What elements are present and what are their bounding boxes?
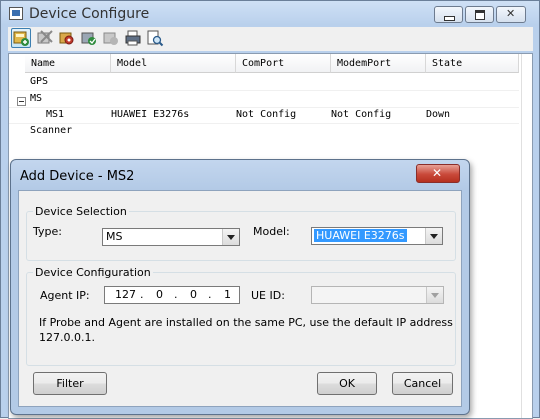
column-header-modemport[interactable]: ModemPort (331, 54, 426, 73)
column-header-model[interactable]: Model (111, 54, 236, 73)
row-model: HUAWEI E3276s (111, 109, 190, 120)
title-bar[interactable]: Device Configure (1, 1, 540, 27)
type-label: Type: (33, 225, 62, 238)
type-select[interactable]: MS (102, 228, 240, 246)
column-header-comport[interactable]: ComPort (236, 54, 331, 73)
ip-octet-3[interactable]: 0 (190, 287, 197, 303)
close-button[interactable] (496, 6, 526, 23)
row-name: Scanner (30, 125, 73, 136)
add-device-icon[interactable] (11, 28, 31, 48)
configure-device-icon[interactable] (57, 28, 77, 48)
disconnect-device-icon[interactable] (101, 28, 121, 48)
row-divider (9, 123, 519, 124)
dialog-body: Device Selection Type: MS Model: HUAWEI … (18, 190, 462, 407)
type-value: MS (106, 230, 123, 243)
dialog-close-button[interactable] (416, 164, 460, 183)
ip-help-text: If Probe and Agent are installed on the … (39, 315, 453, 345)
find-icon[interactable] (145, 28, 165, 48)
device-selection-legend: Device Selection (35, 205, 127, 218)
model-label: Model: (253, 225, 290, 238)
cancel-button[interactable]: Cancel (392, 372, 453, 395)
chevron-down-icon[interactable] (426, 287, 443, 303)
agent-ip-label: Agent IP: (40, 289, 90, 302)
dialog-title: Add Device - MS2 (20, 169, 135, 184)
row-name: GPS (30, 76, 49, 87)
row-modemport: Not Config (331, 109, 392, 120)
filter-button[interactable]: Filter (33, 372, 107, 395)
app-icon (9, 7, 23, 20)
column-header-name[interactable]: Name (25, 54, 111, 73)
minimize-button[interactable] (434, 6, 463, 23)
ip-help-line-1: If Probe and Agent are installed on the … (39, 316, 453, 329)
model-value: HUAWEI E3276s (314, 229, 407, 242)
row-comport: Not Config (236, 109, 297, 120)
device-configure-window: Device Configure Name Model ComPort (0, 0, 540, 419)
remove-device-icon[interactable] (35, 28, 55, 48)
vertical-scrollbar[interactable] (521, 54, 532, 418)
column-header-state[interactable]: State (426, 54, 519, 73)
window-title: Device Configure (29, 6, 150, 22)
row-state: Down (426, 109, 451, 120)
model-select[interactable]: HUAWEI E3276s (311, 227, 443, 245)
ok-button[interactable]: OK (317, 372, 377, 395)
ip-help-line-2: 127.0.0.1. (39, 331, 95, 344)
toolbar (8, 27, 533, 51)
add-device-dialog: Add Device - MS2 Device Selection Type: … (10, 159, 470, 415)
agent-ip-input[interactable]: 127 . 0 . 0 . 1 (104, 286, 240, 304)
connect-device-icon[interactable] (79, 28, 99, 48)
ip-dot: . (208, 288, 212, 301)
chevron-down-icon[interactable] (222, 229, 239, 245)
ue-id-select[interactable] (311, 286, 444, 304)
ip-octet-4[interactable]: 1 (224, 287, 231, 303)
ip-dot: . (140, 288, 144, 301)
row-name: MS1 (46, 109, 65, 120)
ue-id-label: UE ID: (251, 289, 285, 302)
collapse-icon[interactable] (17, 97, 26, 106)
ip-dot: . (174, 288, 178, 301)
maximize-button[interactable] (465, 6, 494, 23)
ip-octet-1[interactable]: 127 (115, 287, 136, 303)
chevron-down-icon[interactable] (425, 228, 442, 244)
row-divider (9, 90, 519, 91)
row-name: MS (30, 93, 43, 104)
device-configuration-legend: Device Configuration (35, 266, 151, 279)
print-icon[interactable] (123, 28, 143, 48)
ip-octet-2[interactable]: 0 (156, 287, 163, 303)
